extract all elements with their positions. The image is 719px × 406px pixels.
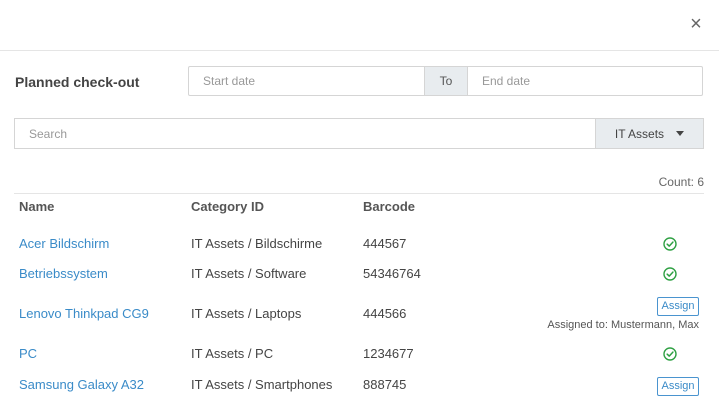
asset-category: IT Assets / Laptops xyxy=(191,306,302,321)
check-circle-icon xyxy=(663,237,677,251)
asset-name-link[interactable]: Samsung Galaxy A32 xyxy=(19,377,144,392)
planned-checkout-label: Planned check-out xyxy=(15,74,140,90)
header-category[interactable]: Category ID xyxy=(191,199,264,214)
close-icon[interactable]: × xyxy=(687,14,705,34)
result-count: Count: 6 xyxy=(658,175,704,189)
asset-barcode: 444566 xyxy=(363,306,407,321)
date-range: To xyxy=(188,66,703,96)
asset-name-link[interactable]: Acer Bildschirm xyxy=(19,236,109,251)
asset-barcode: 888745 xyxy=(363,377,407,392)
modal-header: × xyxy=(0,0,719,51)
search-input[interactable] xyxy=(14,118,596,149)
asset-category: IT Assets / Bildschirme xyxy=(191,236,323,251)
search-group: IT Assets xyxy=(14,118,704,149)
table-top-divider xyxy=(14,193,704,194)
assign-button[interactable]: Assign xyxy=(657,377,699,396)
asset-barcode: 54346764 xyxy=(363,266,421,281)
start-date-input[interactable] xyxy=(188,66,425,96)
end-date-input[interactable] xyxy=(467,66,703,96)
asset-category: IT Assets / Smartphones xyxy=(191,377,333,392)
assigned-to-text: Assigned to: Mustermann, Max xyxy=(547,319,699,331)
assign-button[interactable]: Assign xyxy=(657,297,699,316)
check-circle-icon xyxy=(663,267,677,281)
asset-barcode: 444567 xyxy=(363,236,407,251)
asset-name-link[interactable]: PC xyxy=(19,346,37,361)
category-select[interactable]: IT Assets xyxy=(596,118,704,149)
to-addon: To xyxy=(425,66,467,96)
checkout-modal: × Planned check-out To IT Assets Count: … xyxy=(0,0,719,406)
asset-category: IT Assets / PC xyxy=(191,346,274,361)
asset-category: IT Assets / Software xyxy=(191,266,307,281)
header-barcode[interactable]: Barcode xyxy=(363,199,415,214)
caret-down-icon xyxy=(676,131,685,136)
check-circle-icon xyxy=(663,347,677,361)
category-select-value: IT Assets xyxy=(614,126,665,141)
asset-barcode: 1234677 xyxy=(363,346,414,361)
asset-name-link[interactable]: Betriebssystem xyxy=(19,266,108,281)
header-name[interactable]: Name xyxy=(19,199,54,214)
asset-name-link[interactable]: Lenovo Thinkpad CG9 xyxy=(19,306,149,321)
